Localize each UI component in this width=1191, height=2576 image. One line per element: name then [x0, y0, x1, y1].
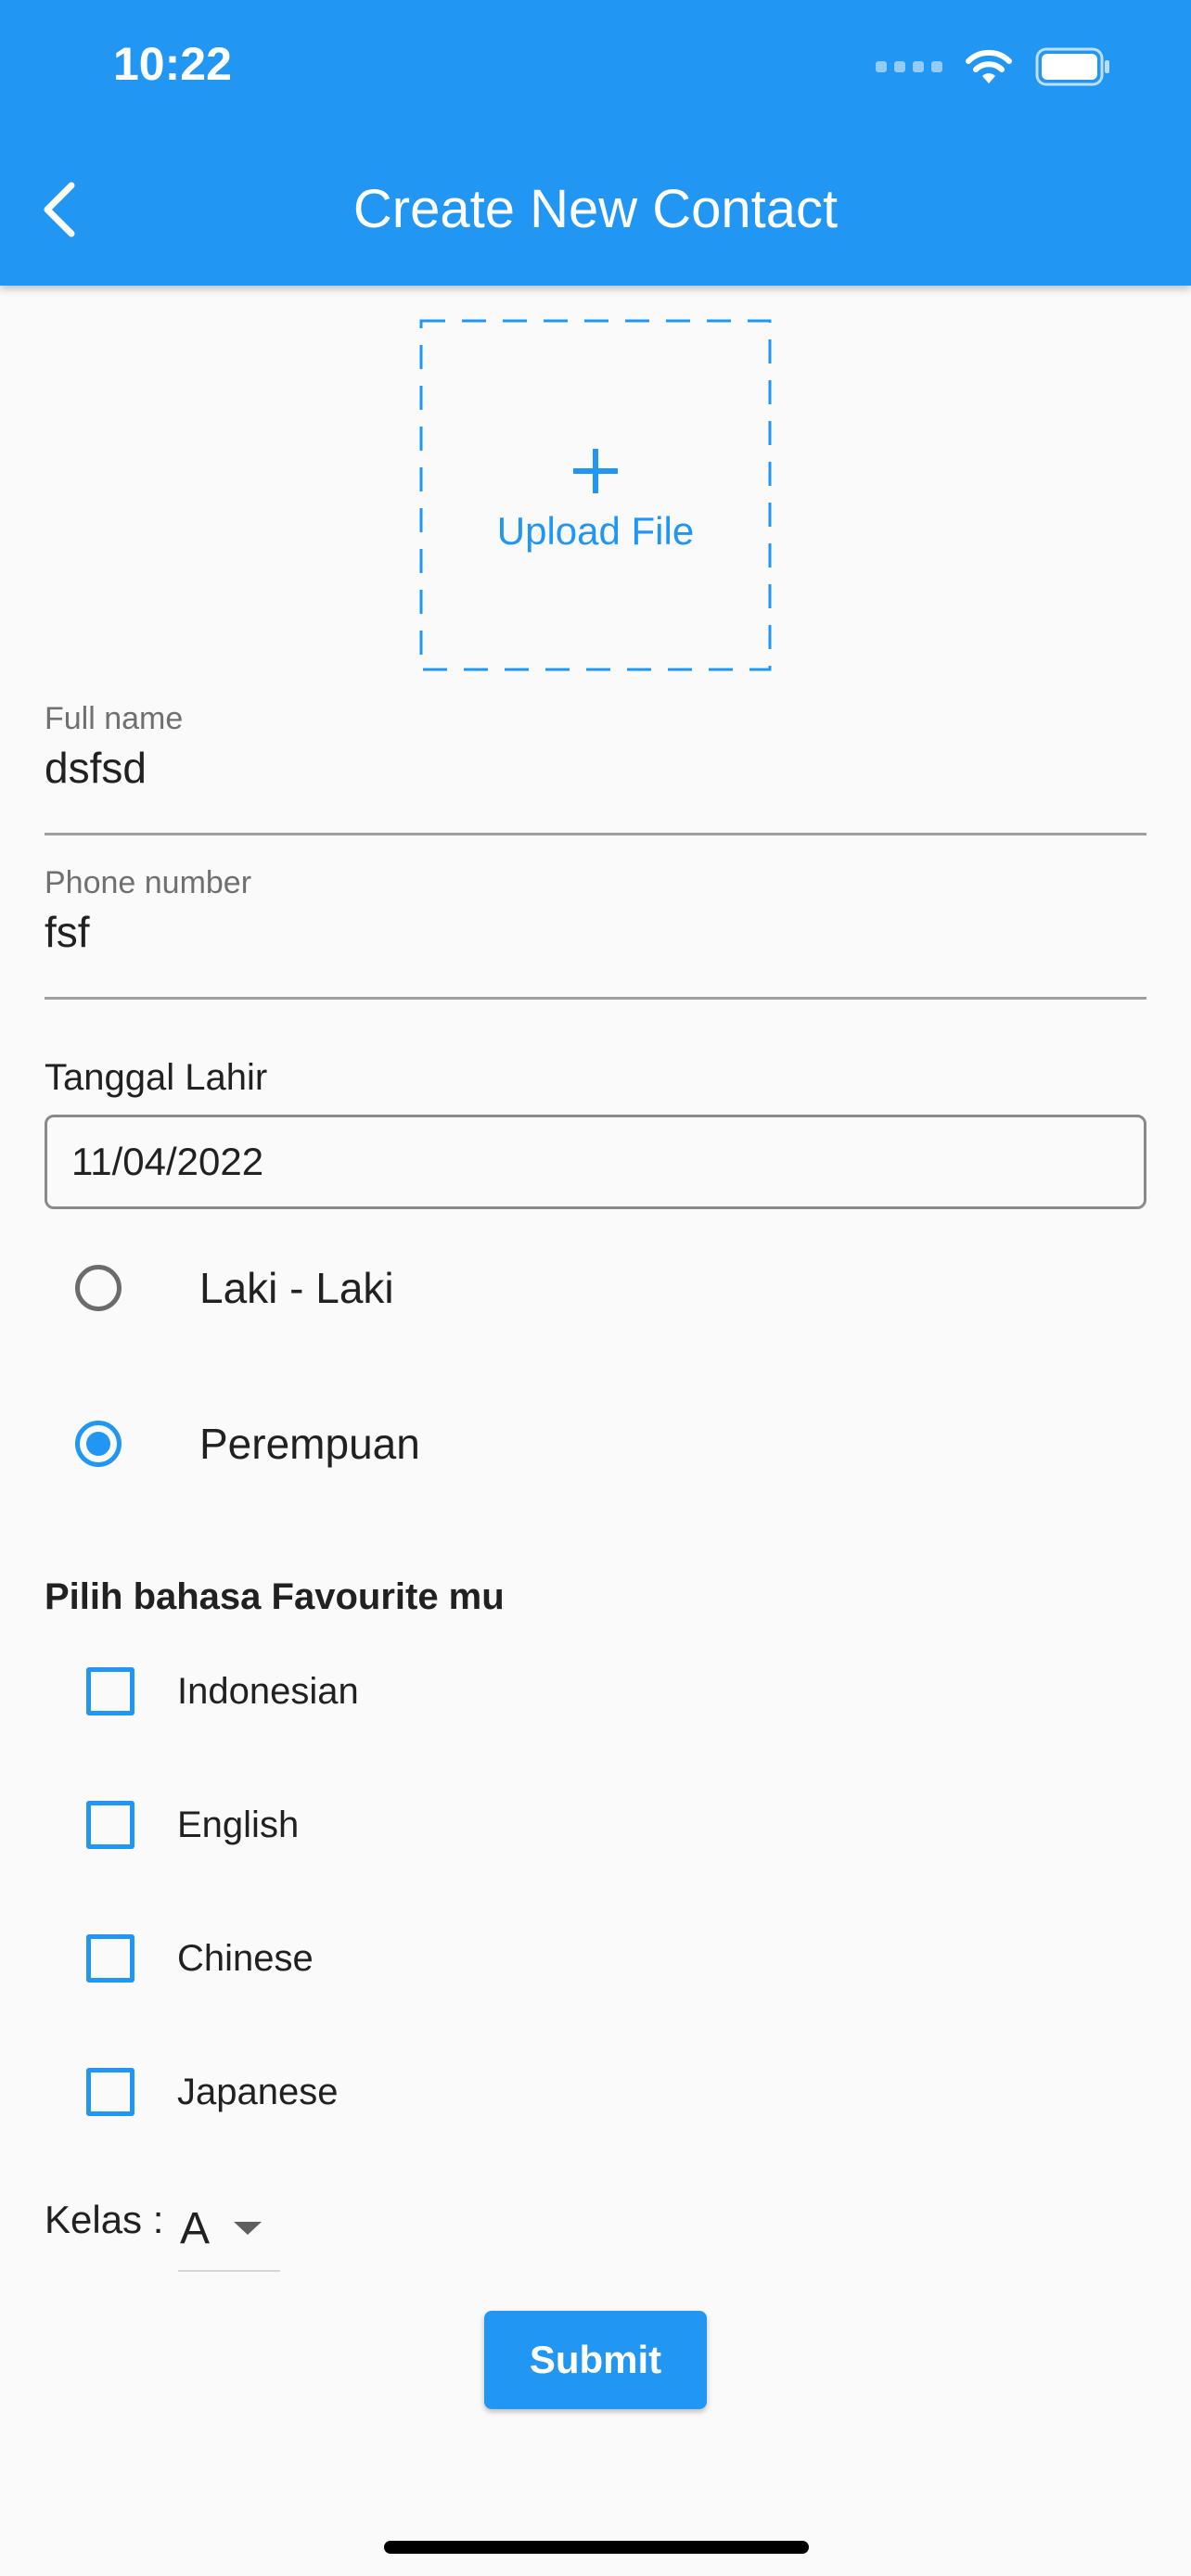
- checkbox-label: Chinese: [177, 1937, 314, 1979]
- full-name-label: Full name: [45, 701, 184, 736]
- birth-date-input[interactable]: 11/04/2022: [45, 1115, 1146, 1209]
- status-time: 10:22: [113, 38, 232, 90]
- kelas-dropdown[interactable]: A: [178, 2187, 280, 2272]
- upload-label: Upload File: [496, 509, 695, 553]
- submit-button[interactable]: Submit: [484, 2311, 707, 2409]
- checkbox-label: Japanese: [177, 2071, 339, 2112]
- radio-button-selected[interactable]: [75, 1421, 122, 1467]
- radio-label: Perempuan: [199, 1420, 420, 1468]
- status-icons: [876, 45, 1111, 89]
- radio-option-laki-laki[interactable]: Laki - Laki: [45, 1228, 1146, 1348]
- checkbox-label: English: [177, 1804, 300, 1845]
- upload-file-button[interactable]: Upload File: [419, 319, 772, 671]
- phone-number-field[interactable]: Phone number fsf: [45, 865, 1146, 1000]
- full-name-field[interactable]: Full name dsfsd: [45, 701, 1146, 835]
- phone-number-input[interactable]: fsf: [45, 907, 1146, 957]
- wifi-icon: [966, 49, 1012, 83]
- radio-option-perempuan[interactable]: Perempuan: [45, 1384, 1146, 1504]
- radio-label: Laki - Laki: [199, 1264, 394, 1312]
- checkbox[interactable]: [86, 1801, 134, 1849]
- signal-icon: [876, 61, 942, 72]
- birth-date-label: Tanggal Lahir: [45, 1057, 268, 1098]
- plus-icon: [573, 449, 618, 493]
- languages-heading: Pilih bahasa Favourite mu: [45, 1576, 505, 1617]
- page-title: Create New Contact: [352, 179, 839, 239]
- kelas-selected-value: A: [180, 2203, 211, 2253]
- checkbox-label: Indonesian: [177, 1670, 359, 1712]
- checkbox[interactable]: [86, 2068, 134, 2116]
- home-indicator[interactable]: [384, 2541, 809, 2554]
- radio-selected-dot: [86, 1432, 110, 1456]
- checkbox-option-chinese[interactable]: Chinese: [45, 1912, 1146, 2005]
- battery-icon: [1035, 47, 1109, 86]
- checkbox-option-indonesian[interactable]: Indonesian: [45, 1645, 1146, 1738]
- checkbox[interactable]: [86, 1667, 134, 1715]
- checkbox-option-japanese[interactable]: Japanese: [45, 2046, 1146, 2138]
- full-name-input[interactable]: dsfsd: [45, 743, 1146, 793]
- upload-content: Upload File: [419, 447, 772, 554]
- checkbox[interactable]: [86, 1934, 134, 1983]
- phone-number-label: Phone number: [45, 865, 252, 900]
- checkbox-option-english[interactable]: English: [45, 1779, 1146, 1871]
- caret-down-icon: [234, 2222, 263, 2235]
- kelas-label: Kelas :: [45, 2198, 164, 2241]
- app-bar: 10:22 Create New Contact: [0, 0, 1191, 286]
- radio-button-unselected[interactable]: [75, 1265, 122, 1311]
